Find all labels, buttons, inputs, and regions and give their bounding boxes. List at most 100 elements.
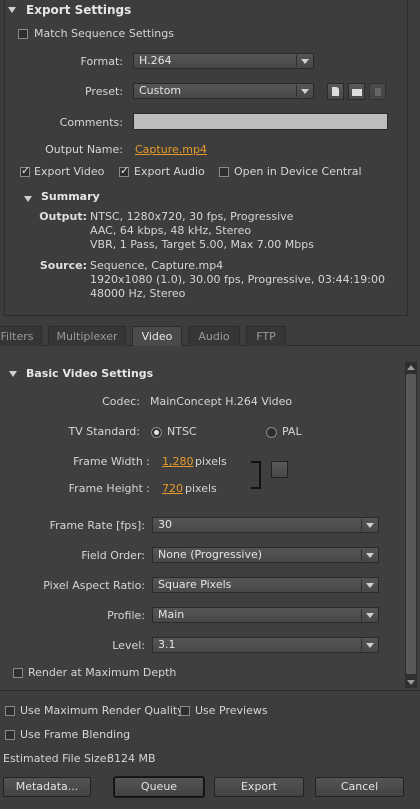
chevron-down-icon bbox=[366, 643, 374, 648]
save-preset-button[interactable] bbox=[327, 83, 344, 100]
pixel-aspect-label: Pixel Aspect Ratio: bbox=[43, 579, 145, 592]
link-bracket-icon bbox=[251, 461, 261, 489]
summary-source-text: Sequence, Capture.mp4 1920x1080 (1.0), 3… bbox=[90, 259, 385, 301]
chevron-down-icon bbox=[366, 613, 374, 618]
chevron-down-icon bbox=[301, 59, 309, 64]
frame-width-unit: pixels bbox=[195, 455, 227, 468]
summary-collapse-icon[interactable] bbox=[24, 196, 32, 202]
frame-rate-dropdown[interactable]: 30 bbox=[152, 517, 379, 533]
constrain-proportions-toggle[interactable] bbox=[271, 461, 288, 478]
tv-standard-label: TV Standard: bbox=[68, 425, 141, 438]
video-scrollbar[interactable] bbox=[405, 362, 417, 688]
export-video-label: Export Video bbox=[34, 165, 105, 178]
max-render-quality-checkbox[interactable] bbox=[5, 706, 15, 716]
codec-label: Codec: bbox=[102, 395, 140, 408]
file-size-label: Estimated File Size: bbox=[3, 752, 111, 765]
tab-filters[interactable]: Filters bbox=[0, 326, 42, 346]
summary-title: Summary bbox=[41, 190, 100, 203]
format-dropdown[interactable]: H.264 bbox=[133, 53, 314, 69]
render-max-depth-checkbox[interactable] bbox=[13, 668, 23, 678]
summary-output-text: NTSC, 1280x720, 30 fps, Progressive AAC,… bbox=[90, 210, 314, 252]
tab-multiplexer[interactable]: Multiplexer bbox=[48, 326, 126, 346]
tab-audio[interactable]: Audio bbox=[188, 326, 240, 346]
level-label: Level: bbox=[112, 639, 145, 652]
pal-radio[interactable] bbox=[266, 427, 277, 438]
output-name-link[interactable]: Capture.mp4 bbox=[135, 143, 207, 156]
preset-value: Custom bbox=[139, 84, 182, 97]
profile-value: Main bbox=[158, 608, 185, 621]
output-name-label: Output Name: bbox=[45, 143, 123, 156]
format-value: H.264 bbox=[139, 54, 172, 67]
chevron-down-icon bbox=[366, 583, 374, 588]
scroll-up-arrow-icon[interactable] bbox=[407, 365, 415, 370]
save-icon bbox=[332, 87, 339, 96]
summary-output-line: AAC, 64 kbps, 48 kHz, Stereo bbox=[90, 224, 252, 237]
tab-ftp[interactable]: FTP bbox=[246, 326, 286, 346]
comments-label: Comments: bbox=[59, 116, 123, 129]
summary-source-line: 1920x1080 (1.0), 30.00 fps, Progressive,… bbox=[90, 273, 386, 286]
summary-source-label: Source: bbox=[39, 259, 87, 272]
frame-rate-value: 30 bbox=[158, 518, 172, 531]
summary-source-line: Sequence, Capture.mp4 bbox=[90, 259, 224, 272]
profile-label: Profile: bbox=[107, 609, 145, 622]
basic-video-title: Basic Video Settings bbox=[26, 367, 154, 380]
use-previews-checkbox[interactable] bbox=[180, 706, 190, 716]
field-order-value: None (Progressive) bbox=[158, 548, 263, 561]
format-label: Format: bbox=[80, 55, 123, 68]
chevron-down-icon bbox=[366, 523, 374, 528]
comments-input[interactable] bbox=[133, 113, 388, 130]
trash-icon bbox=[375, 88, 381, 96]
codec-value: MainConcept H.264 Video bbox=[150, 395, 293, 408]
open-device-central-checkbox[interactable] bbox=[219, 167, 229, 177]
preset-label: Preset: bbox=[84, 85, 123, 98]
frame-width-value[interactable]: 1,280 bbox=[162, 455, 194, 468]
use-previews-label: Use Previews bbox=[195, 704, 268, 717]
frame-blending-label: Use Frame Blending bbox=[20, 728, 131, 741]
max-render-quality-label: Use Maximum Render Quality bbox=[20, 704, 184, 717]
frame-rate-label: Frame Rate [fps]: bbox=[49, 519, 145, 532]
ntsc-radio[interactable] bbox=[151, 427, 162, 438]
import-preset-button[interactable] bbox=[348, 83, 365, 100]
frame-blending-checkbox[interactable] bbox=[5, 730, 15, 740]
basic-video-collapse-icon[interactable] bbox=[9, 371, 17, 377]
pixel-aspect-value: Square Pixels bbox=[158, 578, 232, 591]
profile-dropdown[interactable]: Main bbox=[152, 607, 379, 623]
export-audio-checkbox[interactable] bbox=[119, 164, 129, 177]
chevron-down-icon bbox=[301, 89, 309, 94]
cancel-button[interactable]: Cancel bbox=[315, 777, 404, 797]
field-order-dropdown[interactable]: None (Progressive) bbox=[152, 547, 379, 563]
export-button[interactable]: Export bbox=[214, 777, 304, 797]
export-settings-title: Export Settings bbox=[26, 3, 132, 17]
summary-output-line: NTSC, 1280x720, 30 fps, Progressive bbox=[90, 210, 294, 223]
frame-height-label: Frame Height : bbox=[68, 482, 150, 495]
scrollbar-thumb[interactable] bbox=[406, 374, 416, 674]
render-max-depth-label: Render at Maximum Depth bbox=[28, 666, 177, 679]
ntsc-label: NTSC bbox=[167, 425, 197, 438]
preset-dropdown[interactable]: Custom bbox=[133, 83, 314, 99]
level-value: 3.1 bbox=[158, 638, 176, 651]
chevron-down-icon bbox=[366, 553, 374, 558]
level-dropdown[interactable]: 3.1 bbox=[152, 637, 379, 653]
export-video-checkbox[interactable] bbox=[20, 164, 30, 177]
frame-height-unit: pixels bbox=[185, 482, 217, 495]
summary-output-label: Output: bbox=[39, 210, 87, 223]
summary-output-line: VBR, 1 Pass, Target 5.00, Max 7.00 Mbps bbox=[90, 238, 314, 251]
collapse-triangle-icon[interactable] bbox=[8, 7, 16, 13]
frame-height-value[interactable]: 720 bbox=[162, 482, 183, 495]
frame-width-label: Frame Width : bbox=[73, 455, 150, 468]
queue-button[interactable]: Queue bbox=[114, 777, 204, 797]
delete-preset-button[interactable] bbox=[369, 83, 386, 100]
folder-icon bbox=[352, 89, 362, 96]
pal-label: PAL bbox=[282, 425, 302, 438]
file-size-value: 8124 MB bbox=[107, 752, 156, 765]
match-sequence-checkbox[interactable] bbox=[18, 29, 28, 39]
summary-source-line: 48000 Hz, Stereo bbox=[90, 287, 186, 300]
tab-video[interactable]: Video bbox=[132, 326, 182, 346]
export-audio-label: Export Audio bbox=[134, 165, 205, 178]
scroll-down-arrow-icon[interactable] bbox=[407, 680, 415, 685]
pixel-aspect-dropdown[interactable]: Square Pixels bbox=[152, 577, 379, 593]
field-order-label: Field Order: bbox=[81, 549, 145, 562]
match-sequence-label: Match Sequence Settings bbox=[34, 27, 174, 40]
open-device-central-label: Open in Device Central bbox=[234, 165, 362, 178]
metadata-button[interactable]: Metadata... bbox=[3, 777, 91, 797]
